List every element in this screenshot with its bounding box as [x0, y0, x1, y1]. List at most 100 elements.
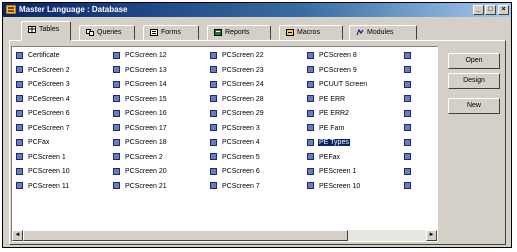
- horizontal-scrollbar[interactable]: ◄ ►: [12, 230, 437, 241]
- table-list-item[interactable]: PCScreen 13: [113, 65, 168, 77]
- tab-label: Reports: [225, 29, 250, 36]
- table-list-item[interactable]: PCUUT Screen: [307, 79, 368, 91]
- table-list-item[interactable]: PCScreen 3: [210, 123, 261, 135]
- table-list-item[interactable]: PCScreen 24: [210, 79, 265, 91]
- table-list-item[interactable]: PCScreen 1: [16, 152, 67, 164]
- table-icon: [113, 153, 120, 161]
- table-list-item[interactable]: PCeScreen 7: [16, 123, 71, 135]
- table-list-item[interactable]: PCScreen 6: [210, 166, 261, 178]
- table-list-item[interactable]: PCScreen 5: [210, 152, 261, 164]
- table-name: PEFax: [319, 153, 341, 161]
- table-list-item[interactable]: PCScreen 7: [210, 181, 261, 193]
- tab-macros[interactable]: Macros: [279, 25, 343, 40]
- table-icon: [404, 124, 411, 132]
- table-list-item[interactable]: PCScreen 21: [113, 181, 168, 193]
- macro-icon: [286, 28, 294, 36]
- table-list-item[interactable]: PCScreen 15: [113, 94, 168, 106]
- table-list-item[interactable]: PCFax: [16, 137, 50, 149]
- table-icon: [113, 124, 120, 132]
- table-list-item[interactable]: [404, 123, 417, 135]
- scroll-right-button[interactable]: ►: [426, 230, 437, 241]
- table-name: PCScreen 11: [28, 182, 70, 190]
- tab-tables[interactable]: Tables: [21, 21, 71, 41]
- database-window: Master Language : Database _ □ × Tables …: [2, 2, 512, 248]
- table-list-item[interactable]: [404, 79, 417, 91]
- table-list-item[interactable]: PCeScreen 3: [16, 79, 71, 91]
- table-name: PCScreen 18: [125, 139, 167, 146]
- table-list-item[interactable]: PCScreen 23: [210, 65, 265, 77]
- table-list-item[interactable]: PCScreen 8: [307, 50, 358, 62]
- table-list-item[interactable]: [404, 50, 417, 62]
- table-name: PCeScreen 2: [28, 66, 70, 74]
- table-name: PCScreen 28: [222, 95, 264, 103]
- table-icon: [113, 80, 120, 88]
- table-list-item[interactable]: PE Types: [307, 137, 351, 149]
- scroll-left-button[interactable]: ◄: [12, 230, 23, 241]
- table-name: Certificate: [28, 52, 60, 59]
- table-list-item[interactable]: PCeScreen 6: [16, 108, 71, 120]
- tab-forms[interactable]: Forms: [143, 25, 199, 40]
- tab-reports[interactable]: Reports: [207, 25, 271, 40]
- table-name: PCFax: [28, 139, 50, 146]
- table-name: PCScreen 22: [222, 52, 264, 59]
- table-list-item[interactable]: PCScreen 17: [113, 123, 168, 135]
- table-list-item[interactable]: PE ERR2: [307, 108, 350, 120]
- table-list-item[interactable]: PCScreen 10: [16, 166, 71, 178]
- tab-queries[interactable]: Queries: [79, 25, 135, 40]
- tab-label: Macros: [297, 29, 320, 36]
- tab-label: Modules: [367, 29, 394, 36]
- table-icon: [210, 109, 217, 117]
- table-list-item[interactable]: PCScreen 28: [210, 94, 265, 106]
- tab-label: Forms: [161, 29, 181, 36]
- table-list-item[interactable]: Certificate: [16, 50, 61, 62]
- table-name: PCScreen 17: [125, 124, 167, 132]
- table-name: PCScreen 15: [125, 95, 167, 103]
- minimize-button[interactable]: _: [473, 5, 484, 15]
- title-bar[interactable]: Master Language : Database _ □ ×: [3, 3, 511, 17]
- open-button[interactable]: Open: [448, 53, 500, 69]
- table-list-item[interactable]: [404, 94, 417, 106]
- table-list-item[interactable]: PEScreen 10: [307, 181, 361, 193]
- design-button[interactable]: Design: [448, 73, 500, 89]
- table-list-item[interactable]: PCScreen 29: [210, 108, 265, 120]
- table-list-item[interactable]: PCScreen 9: [307, 65, 358, 77]
- scroll-thumb[interactable]: [23, 230, 348, 241]
- table-icon: [210, 51, 217, 59]
- table-name: PCScreen 7: [222, 182, 260, 190]
- table-list-item[interactable]: PCScreen 11: [16, 181, 70, 193]
- table-name: PCScreen 10: [28, 168, 70, 175]
- table-list-item[interactable]: PCScreen 4: [210, 137, 261, 149]
- table-list-item[interactable]: [404, 65, 417, 77]
- table-list-item[interactable]: PCScreen 2: [113, 152, 164, 164]
- table-list-item[interactable]: PEScreen 1: [307, 166, 357, 178]
- table-list-item[interactable]: PCScreen 16: [113, 108, 168, 120]
- table-list-item[interactable]: PCScreen 22: [210, 50, 265, 62]
- table-icon: [307, 66, 314, 74]
- table-icon: [113, 138, 120, 146]
- table-list-item[interactable]: PCeScreen 2: [16, 65, 71, 77]
- table-list-item[interactable]: [404, 166, 417, 178]
- table-list-item[interactable]: PCeScreen 4: [16, 94, 71, 106]
- table-list-item[interactable]: [404, 181, 417, 193]
- table-list-item[interactable]: PCScreen 12: [113, 50, 168, 62]
- table-list-item[interactable]: [404, 152, 417, 164]
- table-list-item[interactable]: PCScreen 20: [113, 166, 168, 178]
- tab-modules[interactable]: Modules: [349, 25, 417, 40]
- table-name: [415, 168, 417, 175]
- tables-list[interactable]: Certificate PCeScreen 2 PCeScreen 3 PCeScre…: [11, 46, 438, 242]
- table-list-item[interactable]: PE ERR: [307, 94, 346, 106]
- table-list-item[interactable]: PEFax: [307, 152, 341, 164]
- table-name: PCScreen 5: [222, 153, 260, 161]
- table-list-item[interactable]: [404, 137, 417, 149]
- table-list-item[interactable]: PCScreen 14: [113, 79, 168, 91]
- table-name: PEScreen 1: [319, 168, 357, 175]
- table-name: PCScreen 14: [125, 81, 167, 88]
- table-icon: [307, 51, 314, 59]
- table-list-item[interactable]: PE Fam: [307, 123, 345, 135]
- table-list-item[interactable]: PCScreen 18: [113, 137, 168, 149]
- table-list-item[interactable]: [404, 108, 417, 120]
- close-button[interactable]: ×: [498, 5, 509, 15]
- new-button[interactable]: New: [448, 98, 500, 114]
- database-icon: [6, 5, 16, 14]
- maximize-button[interactable]: □: [485, 5, 496, 15]
